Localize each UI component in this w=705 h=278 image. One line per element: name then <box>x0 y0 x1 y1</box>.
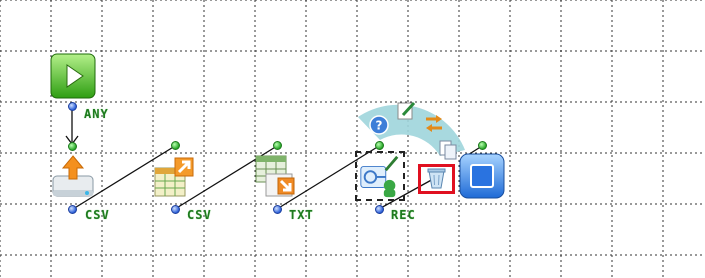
record-node[interactable] <box>355 151 405 201</box>
upload-drive-icon <box>52 155 94 197</box>
csv-export-node[interactable] <box>151 152 199 200</box>
delete-menu-item[interactable] <box>418 164 455 194</box>
table-convert-icon <box>255 155 295 197</box>
replace-menu-item[interactable] <box>423 113 445 135</box>
svg-text:?: ? <box>376 119 383 133</box>
edit-menu-item[interactable] <box>395 100 417 122</box>
input-port[interactable] <box>273 141 282 150</box>
play-start-node[interactable] <box>49 52 97 100</box>
output-port[interactable] <box>68 102 77 111</box>
port-type-label-csv: CSV <box>85 208 110 222</box>
output-port[interactable] <box>375 205 384 214</box>
port-type-label-txt: TXT <box>289 208 314 222</box>
stop-icon <box>459 153 505 199</box>
play-icon <box>50 53 96 99</box>
record-processor-icon <box>360 155 399 198</box>
replace-icon <box>426 115 442 132</box>
port-type-label-any: ANY <box>84 107 109 121</box>
output-port[interactable] <box>68 205 77 214</box>
input-port[interactable] <box>171 141 180 150</box>
edit-icon <box>397 101 416 120</box>
input-port[interactable] <box>68 142 77 151</box>
input-port[interactable] <box>478 141 487 150</box>
help-icon: ? <box>369 115 389 135</box>
upload-drive-node[interactable] <box>49 152 97 200</box>
stop-end-node[interactable] <box>458 152 506 200</box>
port-type-label-csv: CSV <box>187 208 212 222</box>
connection-lines <box>65 108 483 210</box>
csv-export-icon <box>154 157 194 197</box>
port-type-label-rec: REC <box>391 208 416 222</box>
delete-icon <box>427 168 446 189</box>
csv-to-txt-node[interactable] <box>252 152 300 200</box>
copy-icon <box>439 140 457 160</box>
help-menu-item[interactable]: ? <box>368 114 390 136</box>
copy-menu-item[interactable] <box>437 139 459 161</box>
output-port[interactable] <box>171 205 180 214</box>
input-port[interactable] <box>375 141 384 150</box>
workflow-canvas[interactable]: ANY CSV CSV TXT REC ? <box>0 0 705 278</box>
output-port[interactable] <box>273 205 282 214</box>
